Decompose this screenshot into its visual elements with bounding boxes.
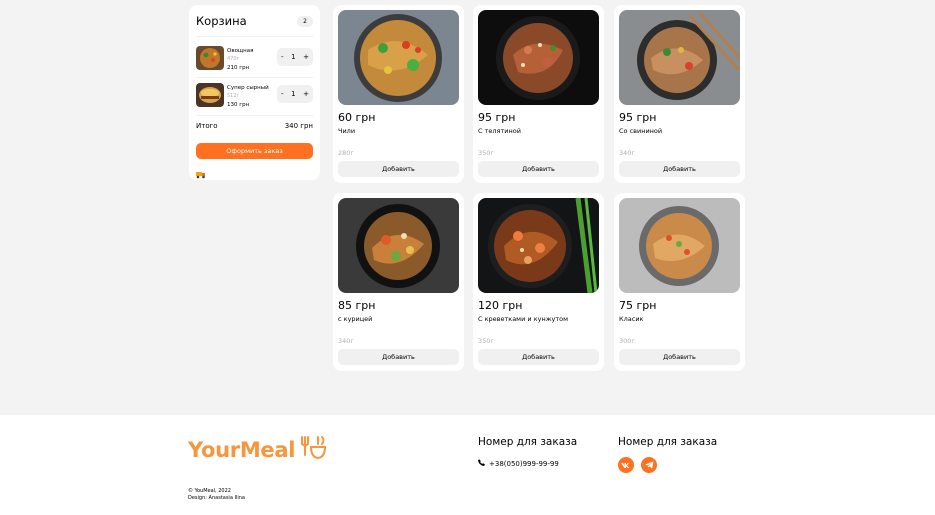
cart-item-price: 210 грн: [227, 65, 250, 71]
total-value: 340 грн: [284, 122, 313, 130]
telegram-icon[interactable]: [641, 457, 657, 473]
product-image: [338, 198, 459, 293]
product-price: 95 грн: [619, 111, 657, 124]
product-image: [338, 10, 459, 105]
product-image: [619, 10, 740, 105]
product-image: [478, 10, 599, 105]
quantity-stepper: - 1 +: [277, 48, 313, 66]
product-price: 95 грн: [478, 111, 516, 124]
cart-item-weight: 470г: [227, 56, 240, 62]
add-to-cart-button[interactable]: Добавить: [338, 349, 459, 365]
add-to-cart-button[interactable]: Добавить: [619, 161, 740, 177]
product-image: [478, 198, 599, 293]
increase-button[interactable]: +: [303, 90, 309, 98]
product-card: 95 грн Со свининой 340г Добавить: [614, 5, 745, 183]
add-to-cart-button[interactable]: Добавить: [338, 161, 459, 177]
product-weight: 350г: [478, 149, 494, 157]
decrease-button[interactable]: -: [281, 90, 284, 98]
copyright-text: © YouMeal, 2022: [188, 488, 231, 494]
cart-item: Супер сырный 512г 130 грн - 1 +: [196, 83, 313, 111]
product-weight: 300г: [619, 337, 635, 345]
product-title: С телятиной: [478, 127, 521, 135]
product-title: Со свининой: [619, 127, 663, 135]
cart-item: Овощная 470г 210 грн - 1 +: [196, 46, 313, 74]
product-title: Чили: [338, 127, 356, 135]
quantity-value: 1: [291, 90, 296, 98]
cart-item-image: [196, 46, 224, 70]
cutlery-icon: [299, 435, 327, 465]
quantity-stepper: - 1 +: [277, 85, 313, 103]
logo-text: YourMeal: [188, 438, 296, 462]
product-title: с курицей: [338, 315, 373, 323]
product-price: 75 грн: [619, 299, 657, 312]
product-card: 60 грн Чили 280г Добавить: [333, 5, 464, 183]
checkout-button[interactable]: Оформить заказ: [196, 143, 313, 159]
product-card: 120 грн С креветками и кунжутом 350г Доб…: [473, 193, 604, 371]
decrease-button[interactable]: -: [281, 53, 284, 61]
product-price: 85 грн: [338, 299, 376, 312]
delivery-icon: [196, 164, 206, 179]
total-label: Итого: [196, 122, 218, 130]
cart-item-name: Овощная: [227, 48, 254, 54]
cart-count-badge: 2: [297, 15, 313, 27]
phone-contact[interactable]: +38(050)999-99-99: [478, 459, 559, 468]
add-to-cart-button[interactable]: Добавить: [478, 349, 599, 365]
add-to-cart-button[interactable]: Добавить: [619, 349, 740, 365]
social-title: Номер для заказа: [618, 436, 718, 448]
cart-panel: Корзина 2 Овощная 470г 210 грн - 1 + Суп…: [189, 5, 320, 180]
design-credit: Design: Anastasia Ilina: [188, 495, 245, 501]
add-to-cart-button[interactable]: Добавить: [478, 161, 599, 177]
cart-item-image: [196, 83, 224, 107]
footer: YourMeal © YouMeal, 2022 Design: Anastas…: [0, 415, 935, 515]
product-title: С креветками и кунжутом: [478, 315, 569, 323]
product-weight: 340г: [338, 337, 354, 345]
product-price: 60 грн: [338, 111, 376, 124]
cart-item-weight: 512г: [227, 93, 240, 99]
product-title: Класик: [619, 315, 644, 323]
product-card: 95 грн С телятиной 350г Добавить: [473, 5, 604, 183]
cart-item-price: 130 грн: [227, 102, 250, 108]
vk-icon[interactable]: [618, 457, 634, 473]
product-weight: 350г: [478, 337, 494, 345]
product-card: 75 грн Класик 300г Добавить: [614, 193, 745, 371]
divider: [196, 36, 313, 37]
product-price: 120 грн: [478, 299, 523, 312]
quantity-value: 1: [291, 53, 296, 61]
divider: [196, 77, 313, 78]
phone-icon: [478, 459, 485, 468]
phone-number: +38(050)999-99-99: [489, 459, 559, 468]
order-phone-title: Номер для заказа: [478, 436, 578, 448]
divider: [196, 115, 313, 116]
product-weight: 280г: [338, 149, 354, 157]
product-weight: 340г: [619, 149, 635, 157]
product-card: 85 грн с курицей 340г Добавить: [333, 193, 464, 371]
increase-button[interactable]: +: [303, 53, 309, 61]
product-image: [619, 198, 740, 293]
cart-total: Итого 340 грн: [196, 122, 313, 130]
cart-header: Корзина 2: [196, 13, 313, 29]
cart-item-name: Супер сырный: [227, 85, 269, 91]
cart-title: Корзина: [196, 14, 247, 28]
copyright: © YouMeal, 2022 Design: Anastasia Ilina: [188, 488, 245, 502]
logo[interactable]: YourMeal: [188, 435, 327, 465]
